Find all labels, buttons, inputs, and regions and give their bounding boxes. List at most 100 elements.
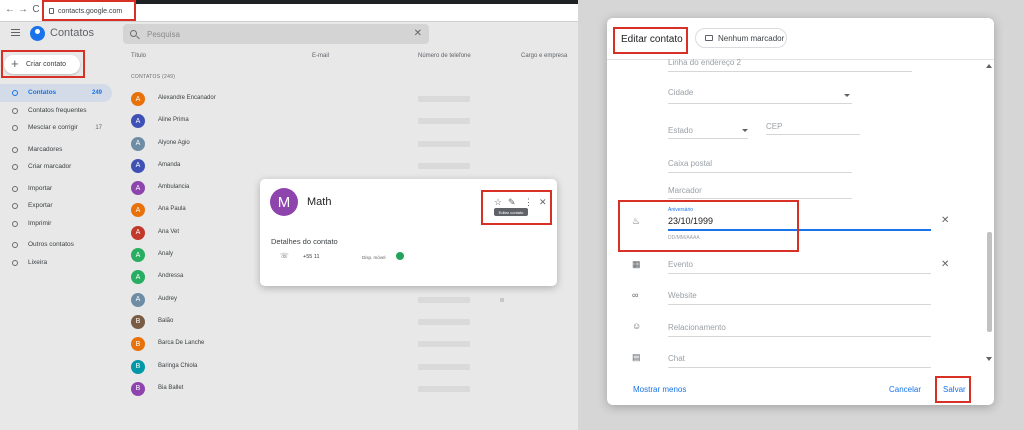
city-field[interactable]: Cidade: [668, 88, 693, 97]
avatar: A: [131, 248, 145, 263]
edit-tooltip: Editar contato: [494, 208, 528, 216]
avatar: A: [131, 203, 145, 218]
sidebar-item-export[interactable]: Exportar: [0, 197, 112, 215]
sidebar-item-import[interactable]: Importar: [0, 180, 112, 198]
chevron-icon: [12, 146, 18, 153]
sidebar-item-other-contacts[interactable]: Outros contatos: [0, 236, 112, 254]
pobox-field[interactable]: Caixa postal: [668, 159, 712, 168]
avatar: B: [131, 337, 145, 352]
phone-type: Disp. móvel: [362, 255, 386, 260]
show-less-button[interactable]: Mostrar menos: [633, 385, 686, 394]
scrollbar[interactable]: [986, 64, 992, 364]
link-icon: ∞: [632, 290, 639, 300]
sidebar-item-print[interactable]: Imprimir: [0, 215, 112, 233]
phone-redacted: [418, 162, 470, 169]
field-underline: [668, 367, 931, 368]
plus-icon: [12, 164, 18, 170]
contact-name: Bia Ballet: [158, 384, 184, 391]
contact-name: Barca De Lanche: [158, 340, 205, 347]
sidebar-item-labels[interactable]: Marcadores: [0, 141, 112, 159]
scroll-thumb[interactable]: [987, 232, 992, 332]
back-button[interactable]: ←: [4, 4, 16, 15]
trash-icon: [12, 259, 18, 266]
column-header-phone[interactable]: Número de telefone: [418, 53, 471, 59]
save-highlight: [935, 376, 971, 403]
contact-name: Alexandre Encanador: [158, 95, 216, 101]
address2-field[interactable]: Linha do endereço 2: [668, 58, 741, 67]
contact-name: Balão: [158, 317, 174, 324]
table-row[interactable]: B Barca De Lanche: [128, 333, 578, 355]
details-title: Detalhes do contato: [271, 237, 338, 246]
chevron-down-icon: [742, 129, 748, 132]
clear-search-icon[interactable]: ✕: [414, 28, 422, 39]
event-field[interactable]: Evento: [668, 260, 693, 269]
table-row[interactable]: B Balão: [128, 311, 578, 333]
table-row[interactable]: A Audrey: [128, 289, 578, 311]
table-row[interactable]: B Bia Ballet: [128, 378, 578, 400]
search-placeholder: Pesquisa: [147, 30, 180, 39]
phone-number[interactable]: +55 11: [303, 254, 320, 260]
contact-name: Ana Vet: [158, 228, 180, 235]
avatar: B: [131, 381, 145, 396]
contact-name: Analy: [158, 251, 174, 258]
phone-icon: ☏: [280, 253, 289, 260]
table-row[interactable]: A Alyone Agio: [128, 133, 578, 155]
menu-icon[interactable]: [11, 29, 20, 30]
phone-redacted: [418, 385, 470, 392]
phone-redacted: [418, 363, 470, 370]
merge-icon: [12, 125, 18, 131]
website-field[interactable]: Website: [668, 291, 697, 300]
sidebar-item-frequent[interactable]: Contatos frequentes: [0, 102, 112, 120]
contacts-count-label: CONTATOS (249): [131, 74, 176, 80]
sidebar-item-label: Contatos frequentes: [28, 106, 87, 114]
cursor-dot: [500, 298, 504, 302]
chat-icon: ▤: [632, 352, 641, 362]
other-contacts-icon: [12, 242, 18, 248]
field-underline: [668, 103, 852, 104]
avatar: A: [131, 181, 145, 196]
label-chip[interactable]: Nenhum marcador: [695, 28, 787, 48]
column-header-name[interactable]: Título: [131, 53, 146, 59]
search-icon: [130, 30, 137, 37]
zip-field[interactable]: CEP: [766, 122, 782, 131]
table-row[interactable]: A Amanda: [128, 155, 578, 177]
sidebar-item-label: Exportar: [28, 202, 53, 210]
sidebar-item-contacts[interactable]: Contatos 249: [0, 84, 112, 102]
cancel-button[interactable]: Cancelar: [889, 385, 921, 394]
chat-field[interactable]: Chat: [668, 354, 685, 363]
field-underline: [668, 172, 852, 173]
phone-redacted: [418, 140, 470, 147]
avatar: M: [270, 188, 298, 216]
column-header-job[interactable]: Cargo e empresa: [521, 53, 567, 59]
marker-field[interactable]: Marcador: [668, 186, 702, 195]
table-row[interactable]: A Alexandre Encanador: [128, 88, 578, 110]
scroll-up-icon[interactable]: [986, 64, 992, 68]
column-header-email[interactable]: E-mail: [312, 53, 329, 59]
sidebar-item-label: Imprimir: [28, 219, 52, 227]
table-row[interactable]: B Baringa Chiola: [128, 356, 578, 378]
sidebar-item-label: Criar marcador: [28, 163, 72, 171]
search-input[interactable]: Pesquisa ✕: [123, 24, 429, 44]
reload-button[interactable]: C: [30, 4, 42, 15]
table-row[interactable]: A Aline Prima: [128, 110, 578, 132]
state-select[interactable]: Estado: [668, 126, 693, 135]
whatsapp-icon[interactable]: [396, 252, 404, 260]
birthday-highlight: [618, 200, 799, 252]
sidebar-item-merge[interactable]: Mesclar e corrigir 17: [0, 119, 112, 137]
scroll-down-icon[interactable]: [986, 357, 992, 361]
sidebar-item-label: Outros contatos: [28, 241, 74, 249]
create-highlight: [1, 50, 85, 78]
forward-button[interactable]: →: [17, 4, 29, 15]
edit-contact-dialog: Editar contato Nenhum marcador Linha do …: [607, 18, 994, 405]
contacts-logo-icon: [30, 26, 45, 41]
sidebar-item-create-label[interactable]: Criar marcador: [0, 158, 112, 176]
phone-redacted: [418, 118, 470, 125]
clear-birthday-icon[interactable]: ✕: [941, 215, 949, 226]
relationship-field[interactable]: Relacionamento: [668, 323, 726, 332]
clear-event-icon[interactable]: ✕: [941, 259, 949, 270]
sidebar-item-label: Lixeira: [28, 258, 48, 266]
field-underline: [766, 134, 860, 135]
sidebar-item-trash[interactable]: Lixeira: [0, 254, 112, 272]
contact-preview-card: M Math ☆ ✎ ⋮ ✕ Editar contato Detalhes d…: [260, 179, 557, 286]
contact-name: Amanda: [158, 161, 181, 168]
